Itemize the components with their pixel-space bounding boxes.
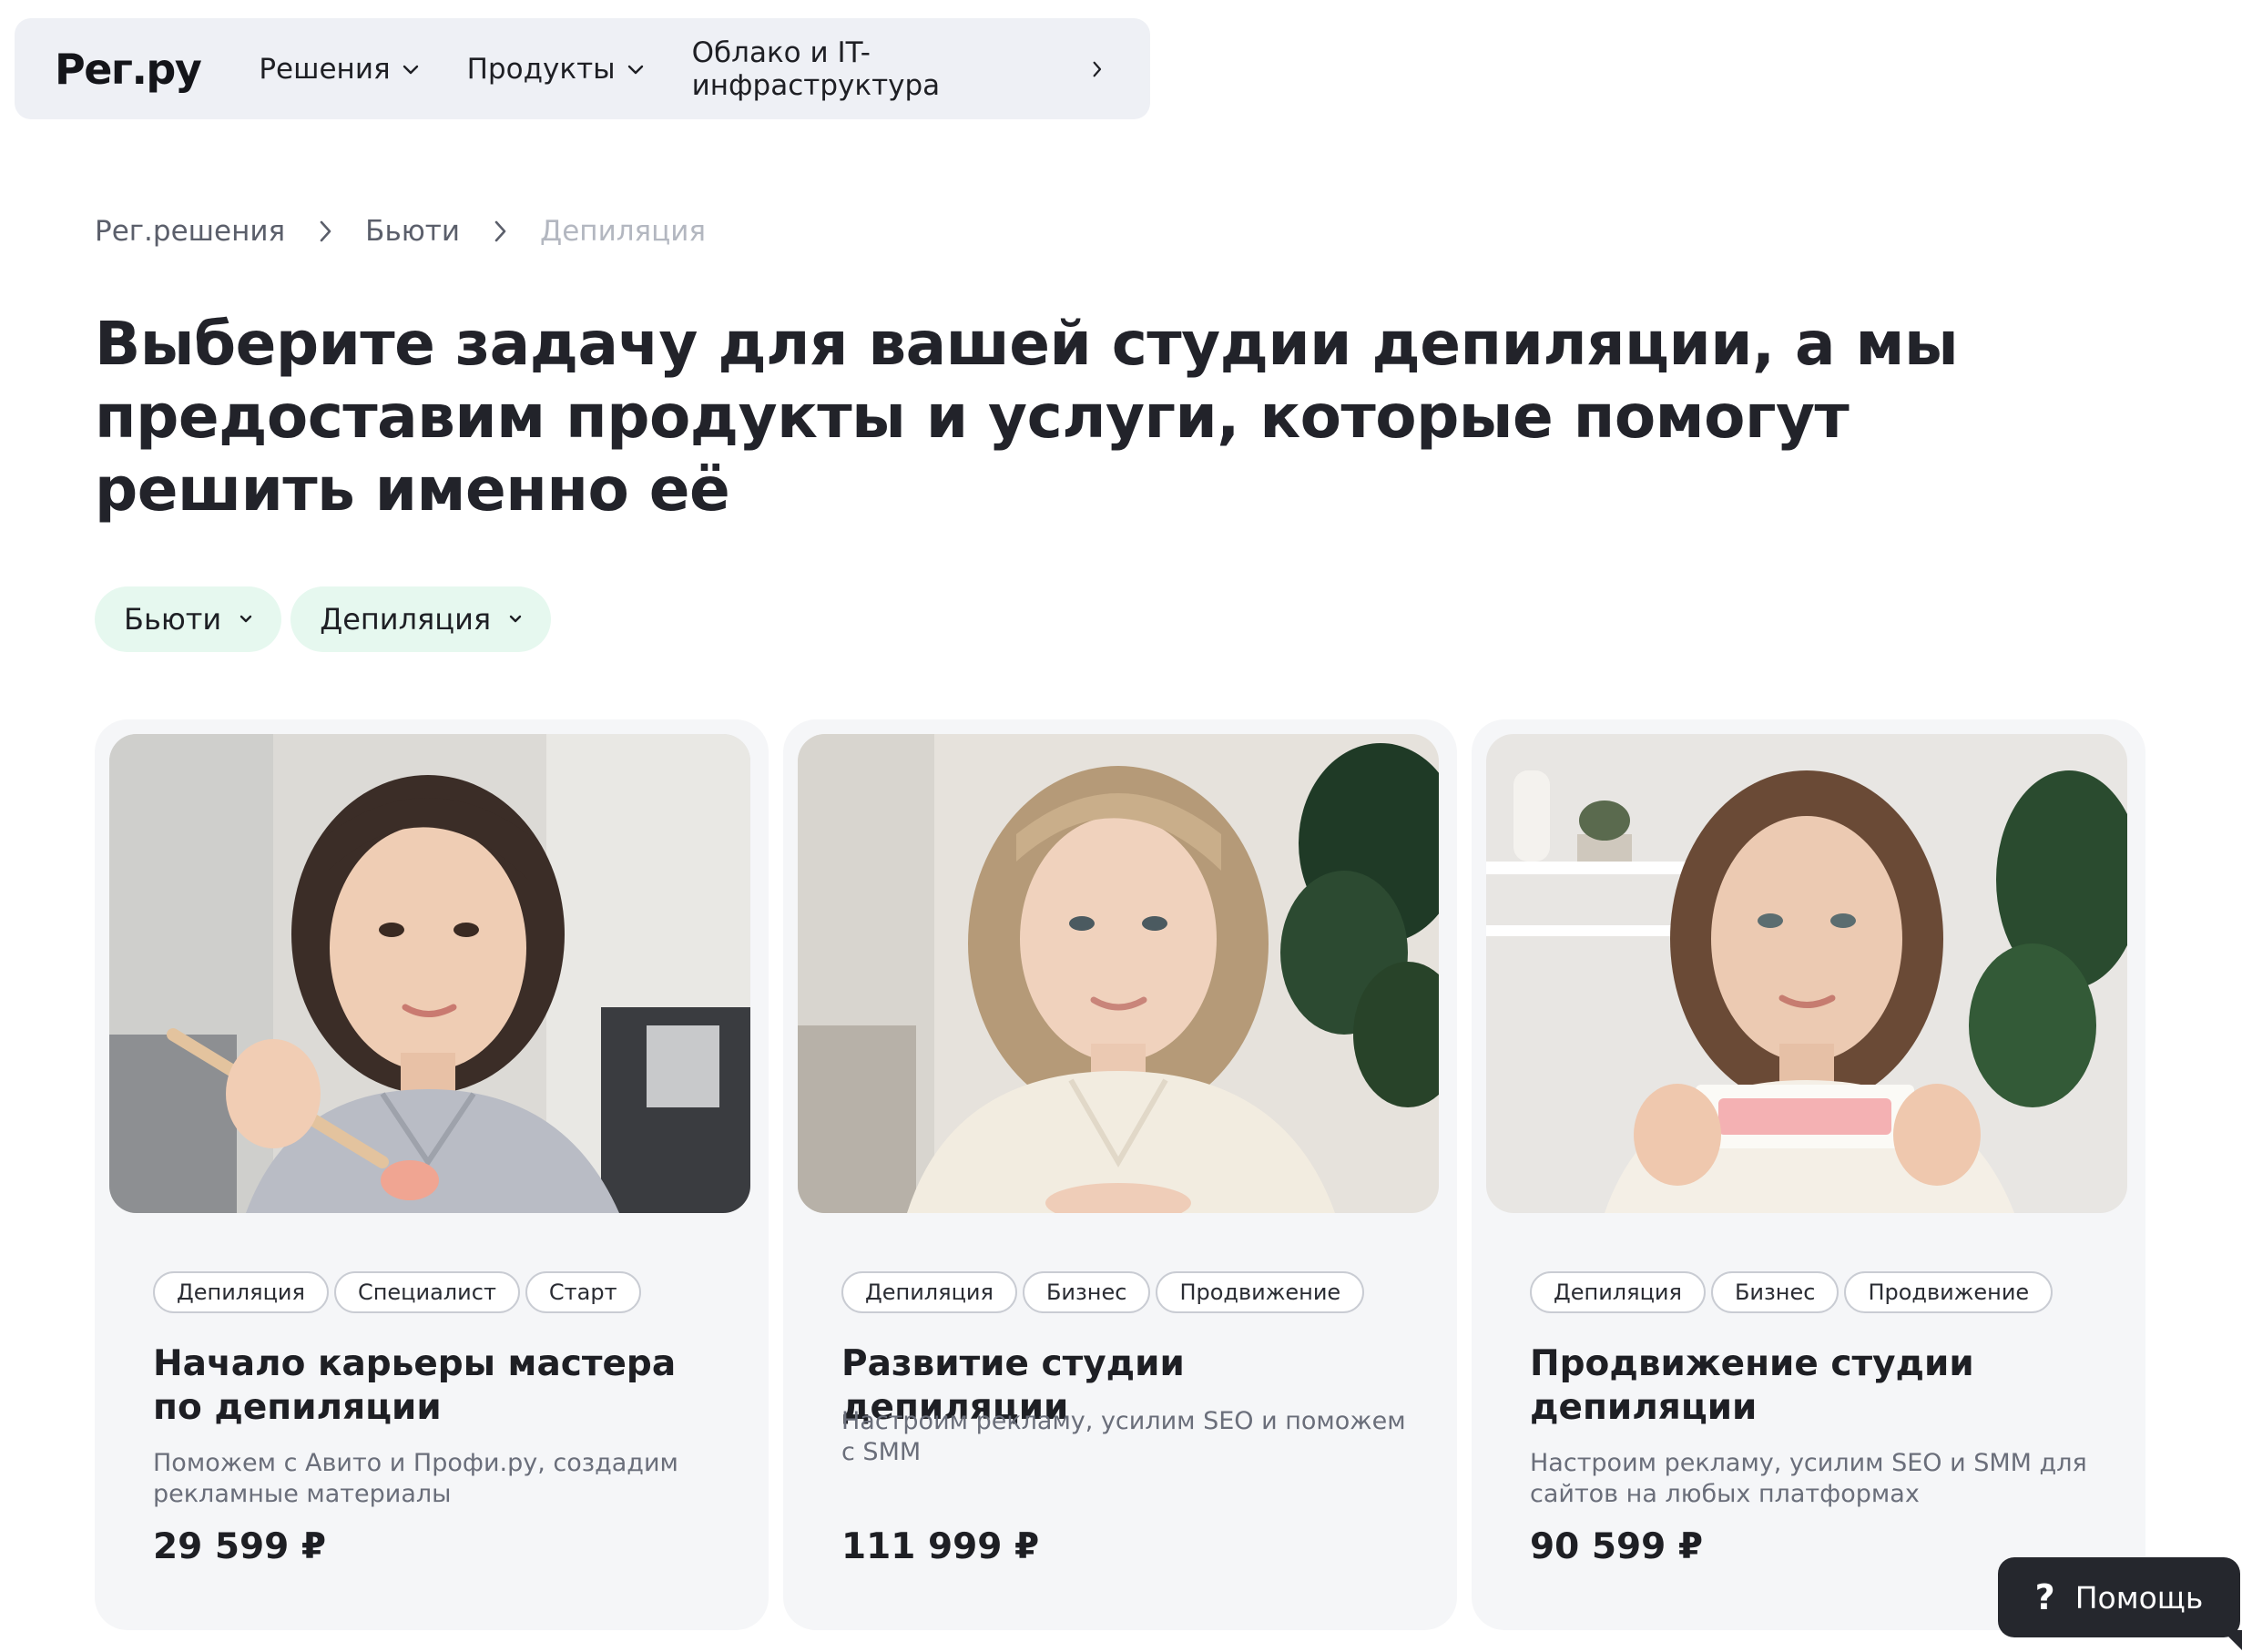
breadcrumb-link-solutions[interactable]: Рег.решения xyxy=(95,215,285,248)
photo-woman-wax-spatula xyxy=(109,734,750,1213)
card-price: 29 599 ₽ xyxy=(153,1526,326,1567)
nav-item-label: Решения xyxy=(259,52,391,86)
card-description: Поможем с Авито и Профи.ру, создадим рек… xyxy=(153,1449,678,1508)
card-description: Настроим рекламу, усилим SEO и SMM для с… xyxy=(1530,1449,2087,1508)
card-image xyxy=(798,734,1439,1213)
nav-item-products[interactable]: Продукты xyxy=(467,53,645,86)
tag: Депиляция xyxy=(153,1271,329,1313)
solution-card[interactable]: Депиляция Бизнес Продвижение Продвижение… xyxy=(1472,719,2145,1630)
chevron-right-icon xyxy=(318,219,332,243)
help-label: Помощь xyxy=(2074,1579,2204,1616)
breadcrumb-current: Депиляция xyxy=(540,215,707,248)
card-image xyxy=(109,734,750,1213)
tag: Продвижение xyxy=(1844,1271,2053,1313)
filter-chip-label: Бьюти xyxy=(124,602,222,637)
tag-list: Депиляция Бизнес Продвижение xyxy=(1530,1271,2053,1313)
card-description: Настроим рекламу, усилим SEO и поможем с… xyxy=(841,1407,1406,1466)
tag-list: Депиляция Специалист Старт xyxy=(153,1271,641,1313)
nav-item-label: Продукты xyxy=(466,52,616,86)
breadcrumb: Рег.решения Бьюти Депиляция xyxy=(95,215,706,248)
tag: Депиляция xyxy=(841,1271,1017,1313)
help-button[interactable]: ? Помощь xyxy=(1998,1557,2242,1650)
tag: Специалист xyxy=(333,1271,520,1313)
filter-chip-beauty[interactable]: Бьюти xyxy=(95,586,282,652)
nav-item-cloud[interactable]: Облако и IT-инфраструктура xyxy=(692,36,1103,102)
card-title: Начало карьеры мастера по депиляции xyxy=(153,1343,677,1428)
filter-chip-label: Депиляция xyxy=(320,602,492,637)
card-price: 90 599 ₽ xyxy=(1530,1526,1703,1567)
tag-list: Депиляция Бизнес Продвижение xyxy=(841,1271,1365,1313)
solution-card[interactable]: Депиляция Бизнес Продвижение Развитие ст… xyxy=(783,719,1457,1630)
chevron-down-icon xyxy=(627,65,643,74)
chevron-down-icon xyxy=(239,615,252,623)
page-title: Выберите задачу для вашей студии депиляц… xyxy=(95,309,1959,525)
tag: Продвижение xyxy=(1156,1271,1365,1313)
chevron-down-icon xyxy=(509,615,522,623)
tag: Бизнес xyxy=(1710,1271,1839,1313)
tag: Депиляция xyxy=(1530,1271,1706,1313)
logo[interactable]: Рег.ру xyxy=(55,45,202,94)
chevron-right-icon xyxy=(1093,61,1102,76)
photo-woman-studio-owner xyxy=(798,734,1439,1213)
chevron-down-icon xyxy=(403,65,418,74)
nav-item-label: Облако и IT-инфраструктура xyxy=(691,36,941,102)
tag: Старт xyxy=(525,1271,641,1313)
photo-woman-wax-strip xyxy=(1486,734,2127,1213)
breadcrumb-link-beauty[interactable]: Бьюти xyxy=(365,215,460,248)
question-icon: ? xyxy=(2034,1577,2055,1617)
card-title: Продвижение студии депиляции xyxy=(1530,1343,1974,1428)
chevron-right-icon xyxy=(493,219,507,243)
solution-card[interactable]: Депиляция Специалист Старт Начало карьер… xyxy=(95,719,769,1630)
help-bubble-tail xyxy=(2222,1630,2242,1650)
top-navigation: Рег.ру Решения Продукты Облако и IT-инфр… xyxy=(15,18,1150,119)
filter-bar: Бьюти Депиляция xyxy=(95,586,552,652)
card-image xyxy=(1486,734,2127,1213)
card-price: 111 999 ₽ xyxy=(841,1526,1040,1567)
filter-chip-depilation[interactable]: Депиляция xyxy=(290,586,552,652)
tag: Бизнес xyxy=(1022,1271,1151,1313)
nav-item-solutions[interactable]: Решения xyxy=(259,53,419,86)
